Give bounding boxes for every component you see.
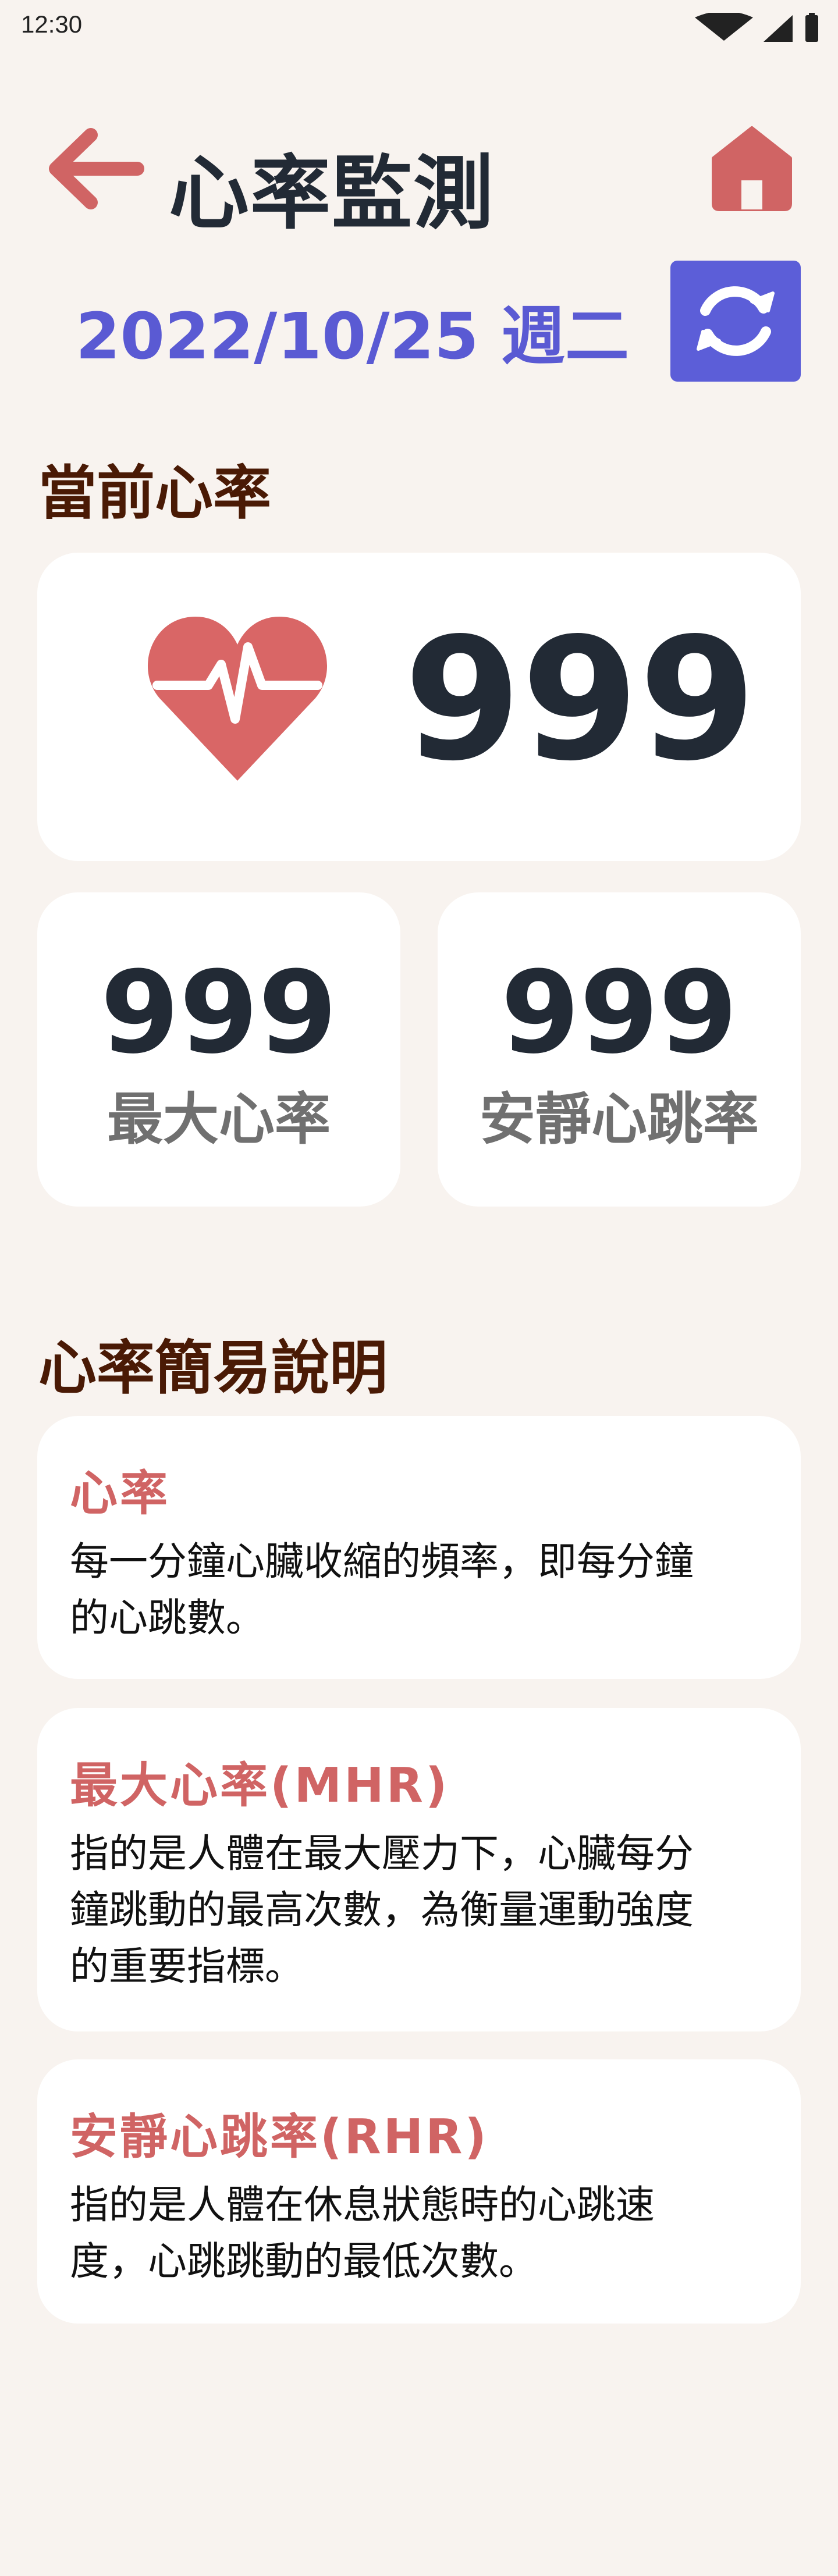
info-card-title: 安靜心跳率(RHR)	[70, 2109, 489, 2165]
max-hr-value: 999	[100, 947, 338, 1079]
info-line: 指的是人體在休息狀態時的心跳速	[70, 2182, 655, 2228]
status-icons	[695, 13, 818, 42]
info-card-text: 每一分鐘心臟收縮的頻率，即每分鐘 的心跳數。	[70, 1533, 774, 1646]
app-header: 心率監測	[0, 105, 838, 240]
current-hr-card: 999	[37, 553, 801, 861]
info-section-title: 心率簡易說明	[38, 1334, 388, 1402]
back-arrow-icon[interactable]	[44, 122, 147, 215]
current-hr-section-title: 當前心率	[38, 459, 271, 527]
heart-pulse-icon	[147, 617, 328, 781]
info-line: 鐘跳動的最高次數，為衡量運動強度	[70, 1887, 694, 1933]
refresh-button[interactable]	[670, 261, 801, 382]
info-card-text: 指的是人體在最大壓力下，心臟每分 鐘跳動的最高次數，為衡量運動強度 的重要指標。	[70, 1826, 774, 1995]
resting-hr-card: 999 安靜心跳率	[438, 892, 801, 1207]
page-title: 心率監測	[169, 147, 495, 240]
info-line: 指的是人體在最大壓力下，心臟每分	[70, 1831, 694, 1876]
info-card-title: 最大心率(MHR)	[70, 1758, 450, 1813]
info-card-heart-rate: 心率 每一分鐘心臟收縮的頻率，即每分鐘 的心跳數。	[37, 1416, 801, 1679]
info-line: 的心跳數。	[70, 1595, 265, 1641]
date-row: 2022/10/25 週二	[0, 256, 838, 384]
status-bar: 12:30	[0, 0, 838, 56]
signal-icon	[764, 15, 793, 42]
current-hr-value: 999	[404, 602, 757, 798]
date-text: 2022/10/25 週二	[76, 299, 629, 373]
resting-hr-value: 999	[500, 947, 738, 1079]
home-icon[interactable]	[710, 124, 794, 212]
wifi-icon	[695, 13, 753, 41]
refresh-icon	[697, 286, 775, 356]
info-line: 每一分鐘心臟收縮的頻率，即每分鐘	[70, 1539, 694, 1584]
battery-icon	[805, 13, 818, 42]
info-card-text: 指的是人體在休息狀態時的心跳速 度，心跳跳動的最低次數。	[70, 2177, 774, 2290]
resting-hr-label: 安靜心跳率	[480, 1087, 759, 1152]
info-card-max-hr: 最大心率(MHR) 指的是人體在最大壓力下，心臟每分 鐘跳動的最高次數，為衡量運…	[37, 1708, 801, 2031]
info-card-resting-hr: 安靜心跳率(RHR) 指的是人體在休息狀態時的心跳速 度，心跳跳動的最低次數。	[37, 2059, 801, 2324]
info-card-title: 心率	[70, 1466, 171, 1521]
info-line: 度，心跳跳動的最低次數。	[70, 2239, 538, 2284]
status-time: 12:30	[21, 10, 83, 38]
max-hr-card: 999 最大心率	[37, 892, 400, 1207]
info-line: 的重要指標。	[70, 1944, 304, 1989]
max-hr-label: 最大心率	[107, 1087, 331, 1152]
